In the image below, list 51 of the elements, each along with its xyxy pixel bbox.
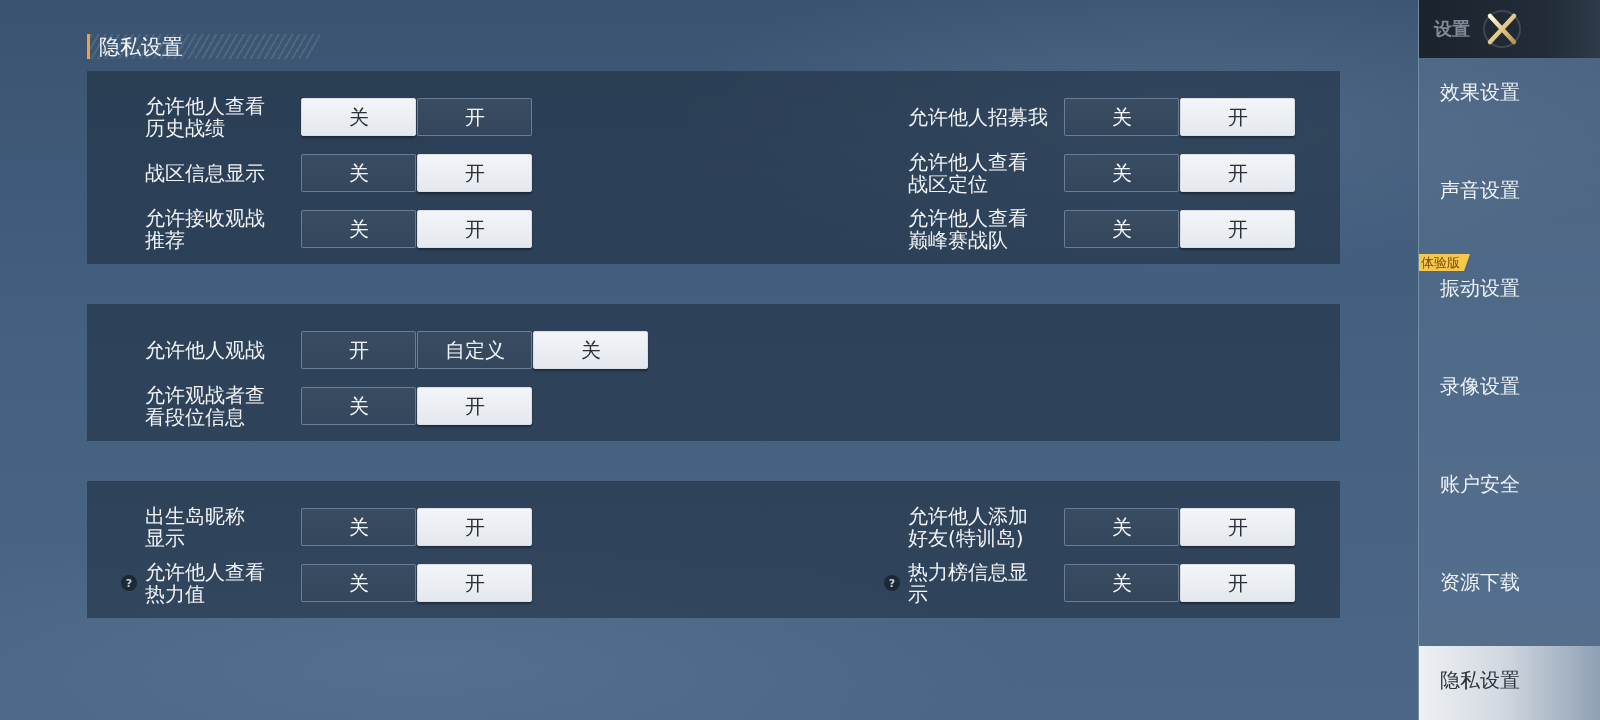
toggle-option[interactable]: 开: [1180, 210, 1295, 248]
toggle-option[interactable]: 开: [1180, 98, 1295, 136]
toggle-option[interactable]: 关: [1064, 98, 1179, 136]
toggle-option[interactable]: 开: [301, 331, 416, 369]
setting-label: 允许他人查看 历史战绩: [145, 95, 265, 139]
toggle-option[interactable]: 关: [301, 98, 416, 136]
toggle-option[interactable]: 开: [417, 387, 532, 425]
toggle-option[interactable]: 自定义: [417, 331, 532, 369]
page-title: 隐私设置: [87, 34, 321, 59]
toggle-option[interactable]: 关: [1064, 210, 1179, 248]
sidebar-item[interactable]: 隐私设置: [1419, 646, 1600, 720]
toggle-option[interactable]: 关: [301, 387, 416, 425]
toggle-option[interactable]: 关: [301, 154, 416, 192]
toggle-option[interactable]: 开: [1180, 564, 1295, 602]
sidebar-item[interactable]: 账户安全: [1419, 450, 1600, 548]
help-icon[interactable]: ?: [121, 575, 137, 591]
toggle-option[interactable]: 开: [417, 154, 532, 192]
toggle-option[interactable]: 关: [301, 508, 416, 546]
sidebar-item[interactable]: 声音设置: [1419, 156, 1600, 254]
setting-label: 热力榜信息显 示: [908, 561, 1028, 605]
toggle-option[interactable]: 关: [301, 210, 416, 248]
setting-label: 允许他人观战: [145, 339, 265, 361]
sidebar-item[interactable]: 录像设置: [1419, 352, 1600, 450]
setting-label: 允许他人查看 战区定位: [908, 151, 1028, 195]
setting-label: 允许他人招募我: [908, 106, 1048, 128]
sidebar-item[interactable]: 效果设置: [1419, 58, 1600, 156]
toggle-option[interactable]: 开: [417, 210, 532, 248]
help-icon[interactable]: ?: [884, 575, 900, 591]
setting-label: 允许他人查看 巅峰赛战队: [908, 207, 1028, 251]
close-icon: [1482, 9, 1522, 49]
setting-label: 允许他人查看 热力值: [145, 561, 265, 605]
toggle-option[interactable]: 开: [417, 98, 532, 136]
setting-label: 出生岛昵称 显示: [145, 505, 245, 549]
trial-badge: 体验版: [1419, 254, 1470, 271]
settings-title: 设置: [1434, 17, 1470, 41]
setting-label: 允许接收观战 推荐: [145, 207, 265, 251]
toggle-option[interactable]: 开: [1180, 508, 1295, 546]
sidebar-item[interactable]: 资源下载: [1419, 548, 1600, 646]
toggle-option[interactable]: 关: [1064, 564, 1179, 602]
toggle-option[interactable]: 关: [1064, 154, 1179, 192]
setting-label: 允许观战者查 看段位信息: [145, 384, 265, 428]
sidebar-item[interactable]: 振动设置: [1419, 271, 1600, 352]
toggle-option[interactable]: 关: [301, 564, 416, 602]
toggle-option[interactable]: 关: [533, 331, 648, 369]
setting-label: 允许他人添加 好友(特训岛): [908, 505, 1028, 549]
setting-label: 战区信息显示: [145, 162, 265, 184]
toggle-option[interactable]: 关: [1064, 508, 1179, 546]
toggle-option[interactable]: 开: [417, 564, 532, 602]
toggle-option[interactable]: 开: [417, 508, 532, 546]
toggle-option[interactable]: 开: [1180, 154, 1295, 192]
close-button[interactable]: [1482, 9, 1522, 49]
